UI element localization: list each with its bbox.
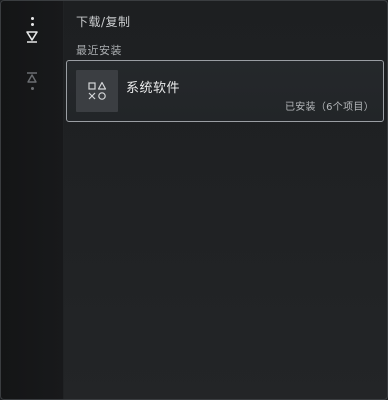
main-panel: 下载/复制 最近安装 系统软件 已安装（6个项目）: [64, 1, 387, 399]
item-status: 已安装（6个项目）: [284, 102, 374, 113]
rail-item-uploads[interactable]: [1, 71, 63, 90]
upload-icon: [27, 72, 37, 83]
download-icon: [26, 31, 38, 43]
list-item-system-software[interactable]: 系统软件 已安装（6个项目）: [66, 60, 384, 122]
indicator-dot: [30, 87, 34, 90]
indicator-dot: [30, 23, 34, 26]
item-title: 系统软件: [126, 81, 181, 96]
section-label: 最近安装: [76, 44, 122, 57]
side-rail: [1, 1, 64, 399]
playstation-shapes-icon: [88, 81, 107, 100]
indicator-dot: [30, 17, 34, 20]
window: 下载/复制 最近安装 系统软件 已安装（6个项目）: [0, 0, 388, 400]
item-thumbnail: [76, 70, 118, 112]
breadcrumb: 下载/复制: [76, 15, 131, 29]
rail-item-downloads[interactable]: [1, 17, 63, 43]
